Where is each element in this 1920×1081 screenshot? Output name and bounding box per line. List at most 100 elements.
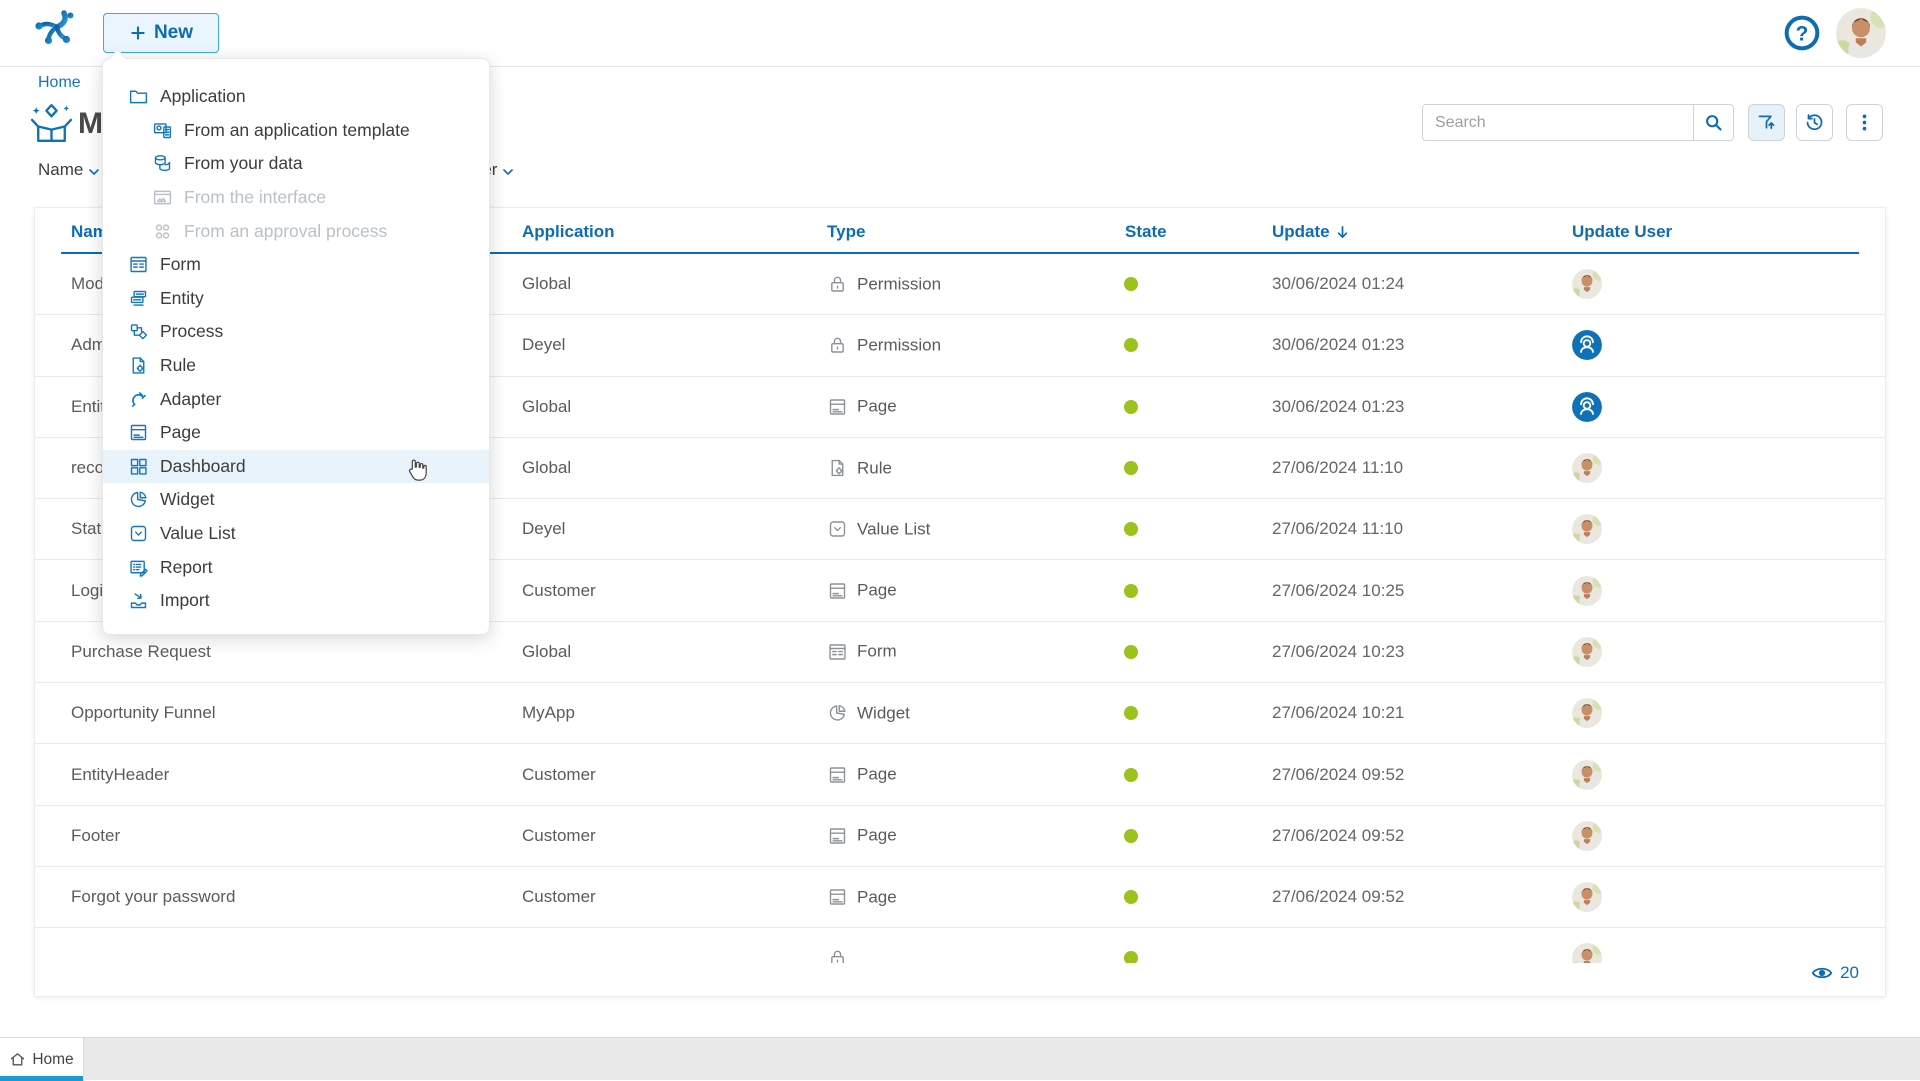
update-user-avatar[interactable] <box>1572 637 1602 667</box>
cell-name: Purchase Request <box>71 642 211 662</box>
valuelist-icon <box>128 523 149 544</box>
menu-item-application[interactable]: Application <box>103 80 489 114</box>
sort-desc-icon <box>1334 224 1351 241</box>
update-user-avatar[interactable] <box>1572 392 1602 422</box>
menu-item-import[interactable]: Import <box>103 584 489 618</box>
search-icon[interactable] <box>1693 105 1733 140</box>
new-button[interactable]: New <box>103 13 219 53</box>
update-user-avatar[interactable] <box>1572 760 1602 790</box>
table-row[interactable]: Opportunity FunnelMyAppWidget27/06/2024 … <box>35 683 1885 744</box>
deyel-logo[interactable] <box>30 8 78 56</box>
state-dot <box>1124 338 1138 352</box>
chevron-down-icon <box>500 164 516 180</box>
cell-update: 30/06/2024 01:24 <box>1272 274 1404 294</box>
table-row[interactable]: FooterCustomerPage27/06/2024 09:52 <box>35 806 1885 867</box>
update-user-avatar[interactable] <box>1572 698 1602 728</box>
breadcrumb[interactable]: Home <box>38 74 81 92</box>
update-user-avatar[interactable] <box>1572 882 1602 912</box>
menu-item-value-list[interactable]: Value List <box>103 517 489 551</box>
menu-item-page[interactable]: Page <box>103 416 489 450</box>
menu-item-label: From your data <box>184 153 303 174</box>
update-user-avatar[interactable] <box>1572 269 1602 299</box>
cell-type: Page <box>827 580 897 601</box>
menu-item-label: Report <box>160 557 213 578</box>
widget-icon <box>827 703 848 724</box>
cell-type: Value List <box>827 519 930 540</box>
help-icon[interactable]: ? <box>1782 13 1822 53</box>
approval-icon <box>152 221 173 242</box>
menu-item-widget[interactable]: Widget <box>103 483 489 517</box>
menu-item-report[interactable]: Report <box>103 550 489 584</box>
state-dot <box>1124 522 1138 536</box>
table-row[interactable]: Forgot your passwordCustomerPage27/06/20… <box>35 867 1885 928</box>
menu-item-from-an-application-template[interactable]: From an application template <box>103 114 489 148</box>
state-dot <box>1124 645 1138 659</box>
menu-item-process[interactable]: Process <box>103 315 489 349</box>
menu-item-rule[interactable]: Rule <box>103 349 489 383</box>
interface-icon <box>152 187 173 208</box>
form-icon <box>128 254 149 275</box>
database-icon <box>152 153 173 174</box>
update-user-avatar[interactable] <box>1572 576 1602 606</box>
column-header-updateUser[interactable]: Update User <box>1572 222 1672 242</box>
folder-icon <box>128 86 149 107</box>
more-options-button[interactable] <box>1846 104 1883 141</box>
cell-type: Page <box>827 887 897 908</box>
lock-icon <box>827 335 848 356</box>
menu-item-form[interactable]: Form <box>103 248 489 282</box>
menu-item-from-your-data[interactable]: From your data <box>103 147 489 181</box>
visible-count-value: 20 <box>1840 963 1859 983</box>
update-user-avatar[interactable] <box>1572 943 1602 963</box>
chevron-down-icon <box>86 164 102 180</box>
state-dot <box>1124 890 1138 904</box>
history-button[interactable] <box>1796 104 1833 141</box>
update-user-avatar[interactable] <box>1572 821 1602 851</box>
visible-count[interactable]: 20 <box>1811 962 1859 984</box>
template-icon <box>152 120 173 141</box>
menu-item-label: Form <box>160 254 201 275</box>
menu-item-entity[interactable]: Entity <box>103 282 489 316</box>
menu-item-adapter[interactable]: Adapter <box>103 382 489 416</box>
column-header-state[interactable]: State <box>1125 222 1167 242</box>
home-icon <box>9 1051 26 1068</box>
cell-application: Customer <box>522 765 596 785</box>
models-box-icon <box>27 100 76 149</box>
page-icon <box>827 825 848 846</box>
filter-chip-name[interactable]: Name <box>38 160 102 180</box>
active-tab-indicator <box>0 1076 83 1081</box>
page-icon <box>128 422 149 443</box>
state-dot <box>1124 277 1138 291</box>
new-dropdown-menu: ApplicationFrom an application template F… <box>102 58 490 635</box>
cell-application: Global <box>522 458 571 478</box>
user-avatar[interactable] <box>1836 8 1886 58</box>
menu-item-dashboard[interactable]: Dashboard <box>103 450 489 484</box>
svg-text:?: ? <box>1796 23 1809 46</box>
column-header-application[interactable]: Application <box>522 222 615 242</box>
home-tab[interactable]: Home <box>0 1038 84 1081</box>
menu-item-label: Process <box>160 321 223 342</box>
table-row[interactable] <box>35 928 1885 963</box>
cell-type: Permission <box>827 274 941 295</box>
cell-update: 30/06/2024 01:23 <box>1272 335 1404 355</box>
dashboard-icon <box>128 456 149 477</box>
column-header-update[interactable]: Update <box>1272 222 1351 242</box>
filter-button[interactable] <box>1748 104 1785 141</box>
column-header-type[interactable]: Type <box>827 222 865 242</box>
page-icon <box>827 580 848 601</box>
page-icon <box>827 396 848 417</box>
update-user-avatar[interactable] <box>1572 453 1602 483</box>
table-row[interactable]: EntityHeaderCustomerPage27/06/2024 09:52 <box>35 744 1885 805</box>
valuelist-icon <box>827 519 848 540</box>
update-user-avatar[interactable] <box>1572 514 1602 544</box>
search-input[interactable] <box>1423 105 1693 140</box>
cell-application: Deyel <box>522 335 565 355</box>
cell-application: Global <box>522 642 571 662</box>
menu-item-from-an-approval-process: From an approval process <box>103 214 489 248</box>
import-icon <box>128 590 149 611</box>
menu-item-from-the-interface: From the interface <box>103 181 489 215</box>
rule-icon <box>128 355 149 376</box>
cell-type: Widget <box>827 703 910 724</box>
update-user-avatar[interactable] <box>1572 330 1602 360</box>
plus-icon <box>129 24 147 42</box>
menu-item-label: Rule <box>160 355 196 376</box>
